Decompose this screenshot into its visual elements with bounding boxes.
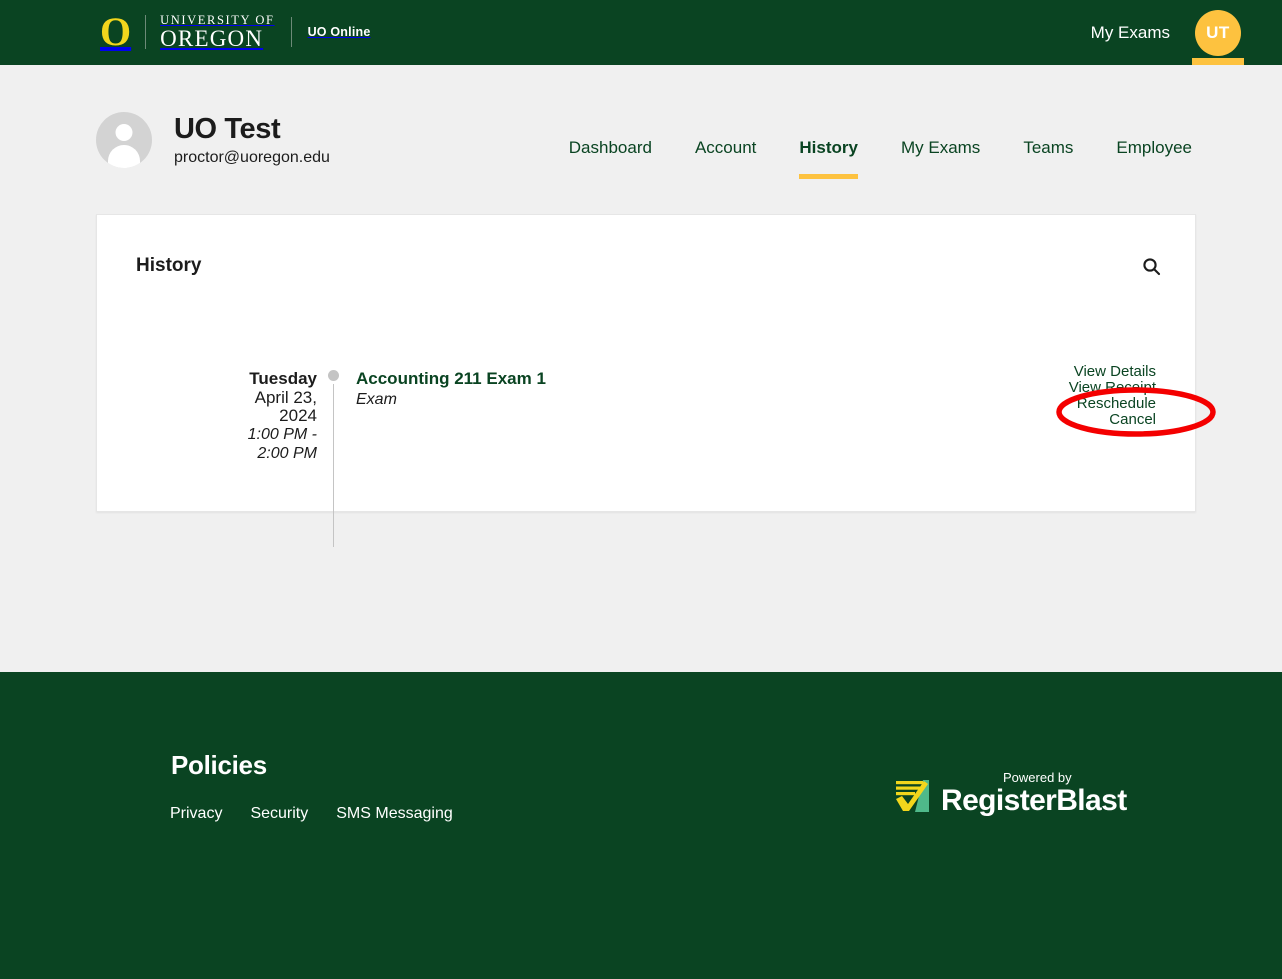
reschedule-link[interactable]: Reschedule	[1077, 396, 1156, 412]
footer-link-security[interactable]: Security	[250, 804, 308, 824]
history-card-header: History	[97, 215, 1195, 299]
profile-summary: UO Test proctor@uoregon.edu	[96, 112, 330, 168]
uo-online-label: UO Online	[307, 25, 371, 39]
nav-item-my-exams[interactable]: My Exams	[901, 138, 980, 188]
footer-link-list: Privacy Security SMS Messaging	[170, 804, 481, 824]
search-icon-glyph	[1142, 257, 1160, 275]
nav-item-teams[interactable]: Teams	[1023, 138, 1073, 188]
nav-item-account[interactable]: Account	[695, 138, 756, 188]
profile-text-block: UO Test proctor@uoregon.edu	[174, 113, 330, 168]
profile-avatar-icon	[96, 112, 152, 168]
footer-heading: Policies	[171, 750, 267, 780]
view-receipt-link[interactable]: View Receipt	[1069, 380, 1156, 396]
search-icon[interactable]	[1138, 253, 1164, 279]
user-avatar-menu[interactable]: UT	[1192, 0, 1244, 65]
page-root: O UNIVERSITY OF OREGON UO Online My Exam…	[0, 0, 1282, 979]
footer-link-sms-messaging[interactable]: SMS Messaging	[336, 804, 453, 824]
entry-time-line-2: 2:00 PM	[257, 445, 317, 462]
cancel-link[interactable]: Cancel	[1109, 412, 1156, 428]
registerblast-icon	[893, 778, 931, 814]
entry-date-block: Tuesday April 23, 2024 1:00 PM - 2:00 PM	[137, 368, 317, 463]
top-header-bar: O UNIVERSITY OF OREGON UO Online My Exam…	[0, 0, 1282, 65]
powered-by-label: Powered by	[1003, 770, 1072, 785]
avatar-body-shape	[108, 145, 140, 168]
avatar-initials: UT	[1195, 9, 1241, 56]
footer-link-privacy[interactable]: Privacy	[170, 804, 222, 824]
avatar-active-underline	[1192, 58, 1244, 65]
nav-item-history[interactable]: History	[799, 138, 858, 188]
entry-action-links: View Details View Receipt Reschedule Can…	[976, 364, 1156, 428]
top-nav-my-exams[interactable]: My Exams	[1091, 23, 1170, 43]
registerblast-text-block: Powered by RegisterBlast	[941, 770, 1127, 817]
history-card-title: History	[136, 255, 202, 276]
entry-details: Accounting 211 Exam 1 Exam	[356, 368, 546, 410]
history-card: History Tuesday April 23, 2024 1:00 PM -…	[96, 214, 1196, 547]
profile-email: proctor@uoregon.edu	[174, 148, 330, 166]
logo-divider	[145, 15, 147, 49]
timeline-dot-icon	[328, 370, 339, 381]
uo-logo-link[interactable]: O UNIVERSITY OF OREGON UO Online	[100, 12, 370, 52]
main-nav: Dashboard Account History My Exams Teams…	[569, 138, 1192, 188]
timeline-vertical-line	[333, 384, 334, 547]
profile-name: UO Test	[174, 112, 281, 145]
avatar-head-shape	[115, 124, 133, 141]
entry-time-line-1: 1:00 PM -	[247, 426, 317, 443]
logo-divider-2	[290, 17, 292, 47]
entry-exam-title: Accounting 211 Exam 1	[356, 369, 546, 388]
registerblast-name: RegisterBlast	[941, 784, 1127, 817]
entry-weekday: Tuesday	[249, 369, 317, 388]
logo-wordmark: UNIVERSITY OF OREGON	[160, 12, 275, 51]
entry-exam-type: Exam	[356, 391, 397, 408]
nav-item-employee[interactable]: Employee	[1116, 138, 1192, 188]
nav-item-dashboard[interactable]: Dashboard	[569, 138, 652, 188]
uo-o-logo-icon: O	[100, 9, 132, 54]
entry-date-line-1: April 23,	[254, 388, 317, 407]
logo-oregon-text: OREGON	[160, 25, 264, 51]
entry-date-line-2: 2024	[279, 406, 317, 425]
page-footer: Policies Privacy Security SMS Messaging	[0, 672, 1282, 979]
logo-university-text: UNIVERSITY OF	[160, 12, 275, 27]
timeline-marker	[328, 355, 340, 547]
top-nav: My Exams UT	[1091, 0, 1282, 65]
view-details-link[interactable]: View Details	[1074, 364, 1156, 380]
registerblast-logo: Powered by RegisterBlast	[893, 770, 1127, 817]
